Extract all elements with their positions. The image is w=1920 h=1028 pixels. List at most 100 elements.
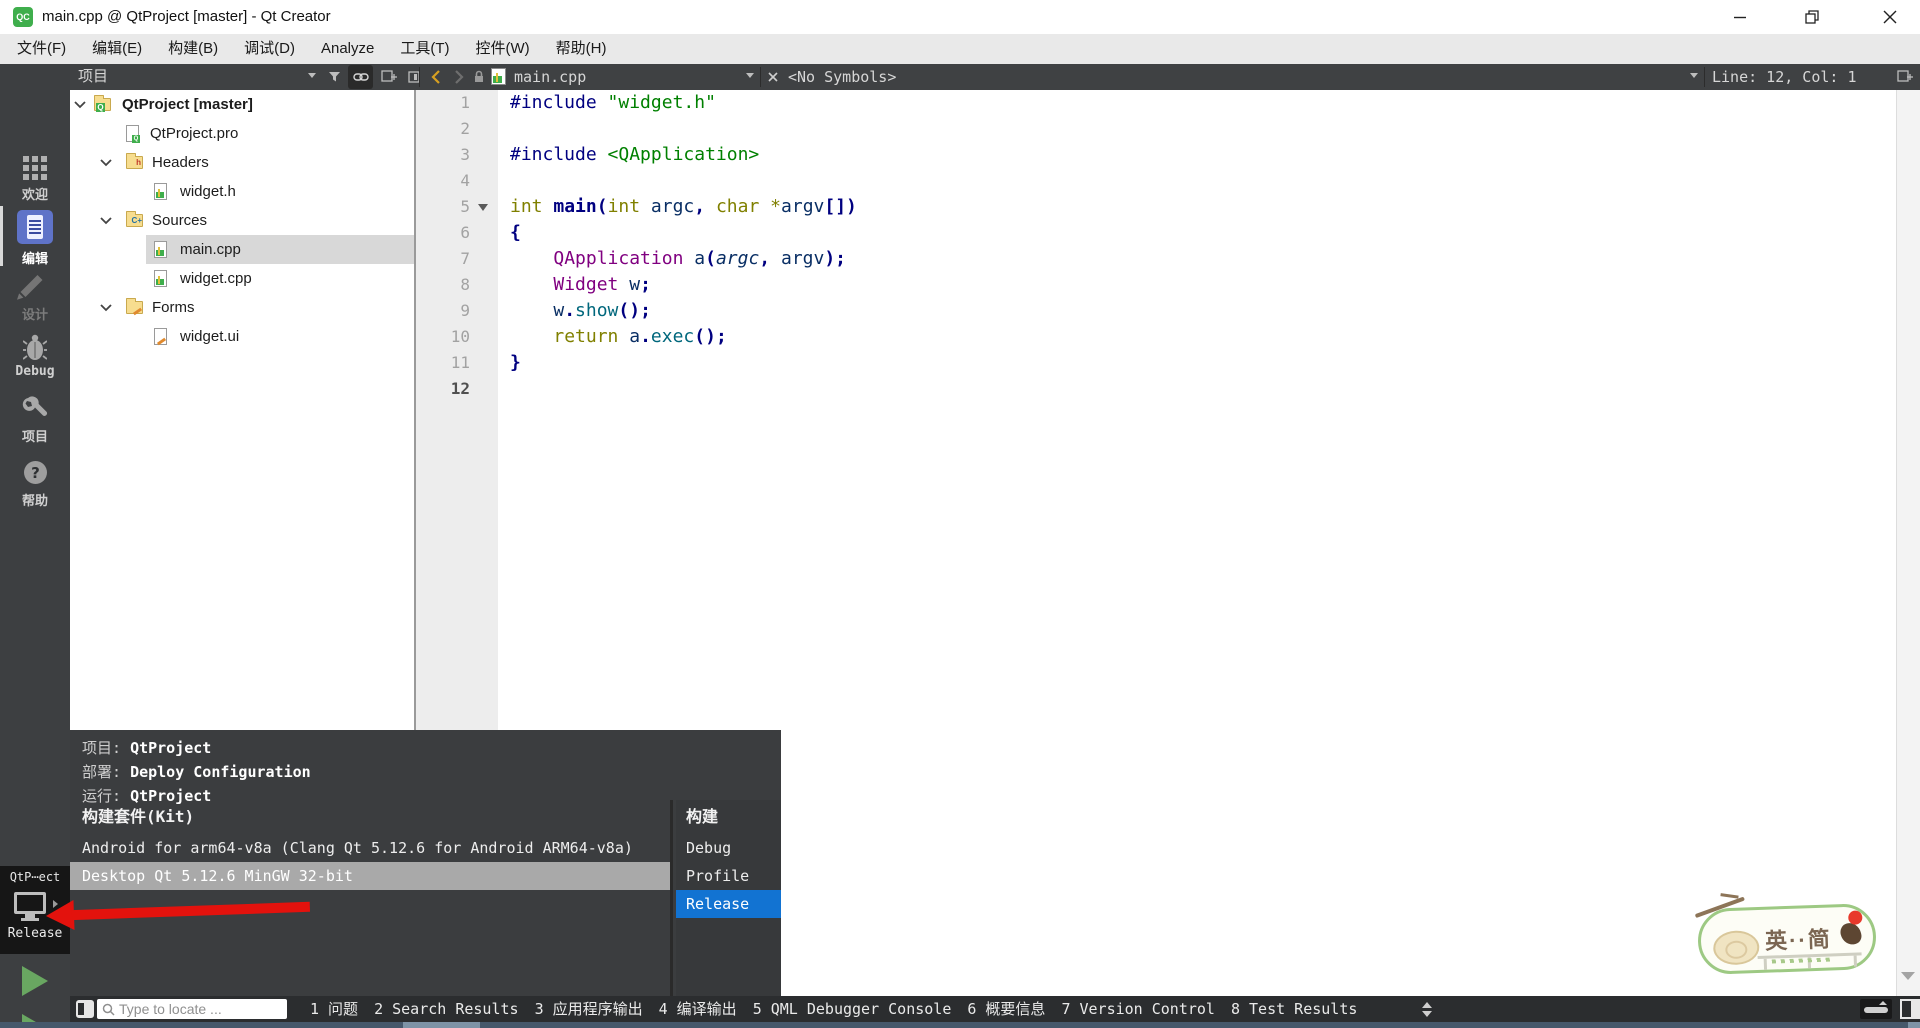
app-icon: QC: [13, 7, 33, 27]
pane-test-results[interactable]: 8 Test Results: [1231, 996, 1357, 1022]
minimize-icon: [1734, 16, 1746, 19]
line-number: 4: [460, 171, 470, 190]
menu-analyze[interactable]: Analyze: [308, 34, 387, 64]
menu-window[interactable]: 控件(W): [463, 34, 543, 64]
menu-edit[interactable]: 编辑(E): [79, 34, 155, 64]
headers-folder-icon: h: [126, 153, 143, 169]
tree-row-main-cpp[interactable]: main.cpp: [70, 235, 414, 264]
tree-row-widget-ui[interactable]: widget.ui: [70, 322, 414, 351]
line-number: 11: [450, 353, 470, 372]
tree-row-headers[interactable]: h Headers: [70, 148, 414, 177]
line-number: 2: [460, 119, 470, 138]
tree-row-sources[interactable]: C+ Sources: [70, 206, 414, 235]
build-option-debug[interactable]: Debug: [676, 834, 781, 862]
toggle-right-panel-icon[interactable]: [1900, 999, 1920, 1019]
kit-option-android[interactable]: Android for arm64-v8a (Clang Qt 5.12.6 f…: [70, 834, 670, 862]
line-number: 9: [460, 301, 470, 320]
toggle-sidebar-button[interactable]: [76, 1000, 94, 1018]
code-token: argc: [715, 248, 760, 269]
code-token: .: [640, 326, 651, 347]
tree-panel-title[interactable]: 项目: [78, 64, 108, 90]
tree-row-qtproject[interactable]: Q QtProject [master]: [70, 90, 414, 119]
restore-icon: [1804, 9, 1819, 24]
code-token: Widget: [553, 274, 619, 295]
sync-with-editor-button[interactable]: [348, 65, 373, 89]
filter-icon[interactable]: [325, 65, 345, 89]
menu-help[interactable]: 帮助(H): [543, 34, 620, 64]
line-number: 7: [460, 249, 470, 268]
menu-file[interactable]: 文件(F): [4, 34, 79, 64]
chevron-down-icon[interactable]: [74, 101, 86, 109]
pane-qml-debugger-console[interactable]: 5 QML Debugger Console: [753, 996, 952, 1022]
close-file-icon[interactable]: [764, 65, 782, 89]
build-column-header: 构建: [686, 807, 719, 826]
restore-button[interactable]: [1787, 0, 1837, 34]
tree-panel-combo-arrow-icon[interactable]: [308, 73, 316, 78]
code-line: {: [498, 220, 1896, 246]
run-button[interactable]: [22, 966, 48, 996]
tree-row-qtproject-pro[interactable]: Q QtProject.pro: [70, 119, 414, 148]
tree-row-widget-h[interactable]: widget.h: [70, 177, 414, 206]
editor-scrollbar[interactable]: [1896, 90, 1920, 996]
code-token: ();: [694, 326, 727, 347]
scrollbar-down-icon[interactable]: [1901, 972, 1915, 980]
pane-updown-icon[interactable]: [1422, 1002, 1432, 1017]
arrow-shaft: [71, 901, 311, 921]
title-bar: QC main.cpp @ QtProject [master] - Qt Cr…: [0, 0, 1920, 34]
build-option-profile[interactable]: Profile: [676, 862, 781, 890]
symbol-selector[interactable]: <No Symbols>: [788, 64, 896, 90]
back-icon[interactable]: [424, 65, 446, 89]
split-editor-icon[interactable]: [1894, 65, 1916, 89]
code-token: int: [510, 196, 543, 217]
menu-tools[interactable]: 工具(T): [387, 34, 462, 64]
chevron-down-icon[interactable]: [100, 217, 112, 225]
cpp-file-icon: [491, 68, 506, 85]
tree-label: widget.cpp: [180, 270, 252, 287]
fold-marker-icon[interactable]: [478, 204, 488, 211]
file-combo-arrow-icon[interactable]: [746, 73, 754, 78]
locator-input[interactable]: Type to locate ...: [97, 999, 287, 1019]
code-token: #include: [510, 92, 597, 113]
code-token: ,: [759, 248, 781, 269]
kit-column-header: 构建套件(Kit): [82, 807, 195, 826]
line-number: 6: [460, 223, 470, 242]
tree-row-widget-cpp[interactable]: widget.cpp: [70, 264, 414, 293]
menu-debug[interactable]: 调试(D): [231, 34, 308, 64]
split-panel-icon[interactable]: [378, 65, 400, 89]
pro-file-icon: Q: [126, 125, 140, 143]
pane-search-results[interactable]: 2 Search Results: [374, 996, 519, 1022]
build-option-release[interactable]: Release: [676, 890, 781, 918]
progress-indicator-icon[interactable]: [1860, 999, 1892, 1019]
line-number: 1: [460, 93, 470, 112]
pane-application-output[interactable]: 3 应用程序输出: [535, 996, 643, 1022]
mode-debug-label: Debug: [15, 364, 55, 379]
forward-icon[interactable]: [448, 65, 470, 89]
pane-version-control[interactable]: 7 Version Control: [1061, 996, 1215, 1022]
code-token: QApplication: [553, 248, 684, 269]
tree-label: Forms: [152, 299, 195, 316]
cpp-file-icon: [154, 241, 167, 258]
kit-option-desktop[interactable]: Desktop Qt 5.12.6 MinGW 32-bit: [70, 862, 670, 890]
menu-build[interactable]: 构建(B): [155, 34, 231, 64]
line-number-current: 12: [450, 379, 470, 398]
pane-issues[interactable]: 1 问题: [310, 996, 358, 1022]
minimize-button[interactable]: [1715, 0, 1765, 34]
chevron-down-icon[interactable]: [100, 159, 112, 167]
line-number: 3: [460, 145, 470, 164]
pane-compile-output[interactable]: 4 编译输出: [659, 996, 737, 1022]
close-panel-icon[interactable]: [404, 65, 424, 89]
code-line: #include <QApplication>: [498, 142, 1896, 168]
chevron-down-icon[interactable]: [100, 304, 112, 312]
code-token: argc: [650, 196, 695, 217]
tree-label: QtProject.pro: [150, 125, 239, 142]
tree-row-forms[interactable]: Forms: [70, 293, 414, 322]
taskbar-edge-highlight: [1908, 1022, 1920, 1028]
search-icon: [102, 1003, 115, 1016]
open-file-tab[interactable]: main.cpp: [514, 64, 586, 90]
linecol-combo-arrow-icon[interactable]: [1690, 73, 1698, 78]
close-button[interactable]: [1860, 0, 1920, 34]
pane-general-messages[interactable]: 6 概要信息: [967, 996, 1045, 1022]
